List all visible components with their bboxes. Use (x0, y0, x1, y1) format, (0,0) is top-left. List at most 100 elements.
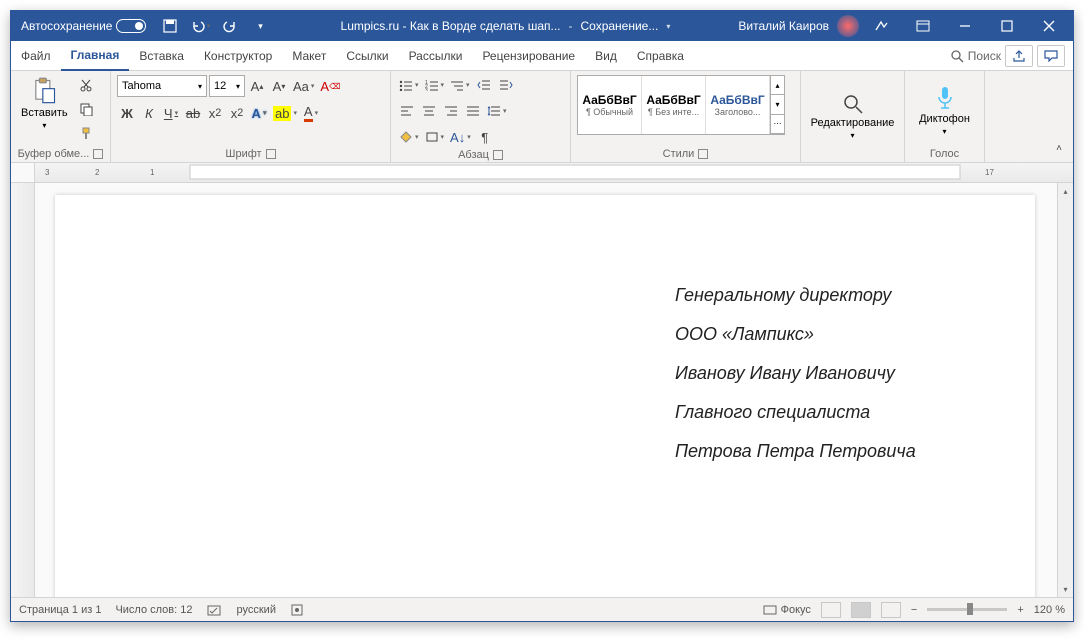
vertical-scrollbar[interactable]: ▴ ▾ (1057, 183, 1073, 597)
borders-button[interactable] (423, 127, 447, 147)
doc-line-3[interactable]: Иванову Ивану Ивановичу (675, 363, 975, 384)
cut-button[interactable] (76, 75, 96, 95)
paste-icon (30, 77, 58, 105)
tab-view[interactable]: Вид (585, 41, 627, 71)
zoom-level[interactable]: 120 % (1034, 604, 1065, 616)
dictate-button[interactable]: Диктофон ▾ (915, 83, 974, 138)
page[interactable]: Генеральному директору ООО «Лампикс» Ива… (55, 195, 1035, 597)
spell-error[interactable]: Лампикс (732, 324, 804, 344)
scroll-down-button[interactable]: ▾ (1058, 581, 1073, 597)
focus-mode[interactable]: Фокус (763, 604, 811, 616)
titlebar-left: Автосохранение ▾ (15, 14, 272, 38)
zoom-slider[interactable] (927, 608, 1007, 611)
bold-button[interactable]: Ж (117, 103, 137, 123)
paragraph-dialog-launcher[interactable] (493, 150, 503, 160)
align-center-button[interactable] (419, 101, 439, 121)
highlight-button[interactable]: ab (271, 103, 299, 123)
macro-icon[interactable] (290, 603, 304, 617)
style-heading1[interactable]: АаБбВвГЗаголово... (706, 76, 770, 134)
editing-button[interactable]: Редактирование ▾ (807, 91, 899, 142)
paste-button[interactable]: Вставить ▾ (17, 75, 72, 132)
tab-review[interactable]: Рецензирование (472, 41, 585, 71)
underline-button[interactable]: Ч (161, 103, 181, 123)
vertical-ruler[interactable] (11, 183, 35, 597)
tab-references[interactable]: Ссылки (336, 41, 398, 71)
undo-button[interactable] (188, 14, 212, 38)
align-left-button[interactable] (397, 101, 417, 121)
show-marks-button[interactable]: ¶ (475, 127, 495, 147)
page-scroll[interactable]: Генеральному директору ООО «Лампикс» Ива… (35, 183, 1057, 597)
tab-insert[interactable]: Вставка (129, 41, 194, 71)
shrink-font-button[interactable]: A▾ (269, 76, 289, 96)
clipboard-dialog-launcher[interactable] (93, 149, 103, 159)
justify-button[interactable] (463, 101, 483, 121)
scroll-up-button[interactable]: ▴ (1058, 183, 1073, 199)
redo-button[interactable] (218, 14, 242, 38)
document-text[interactable]: Генеральному директору ООО «Лампикс» Ива… (675, 285, 975, 462)
doc-line-5[interactable]: Петрова Петра Петровича (675, 441, 975, 462)
change-case-button[interactable]: Aa (291, 76, 316, 96)
superscript-button[interactable]: x2 (227, 103, 247, 123)
ribbon-display-button[interactable] (903, 11, 943, 41)
text-effects-button[interactable]: A (249, 103, 269, 123)
styles-gallery[interactable]: АаБбВвГ¶ Обычный АаБбВвГ¶ Без инте... Аа… (577, 75, 785, 135)
user-avatar[interactable] (837, 15, 859, 37)
font-name-combo[interactable]: Tahoma▾ (117, 75, 207, 97)
numbering-button[interactable]: 123 (423, 75, 447, 95)
autosave-control[interactable]: Автосохранение (15, 19, 152, 33)
font-color-button[interactable]: A (301, 103, 321, 123)
zoom-out-button[interactable]: − (911, 604, 917, 616)
grow-font-button[interactable]: A▴ (247, 76, 267, 96)
sort-button[interactable]: A↓ (448, 127, 473, 147)
shading-button[interactable] (397, 127, 421, 147)
format-painter-button[interactable] (76, 123, 96, 143)
collapse-ribbon-button[interactable]: ˄ (1049, 138, 1069, 158)
share-button[interactable] (1005, 45, 1033, 67)
style-no-spacing[interactable]: АаБбВвГ¶ Без инте... (642, 76, 706, 134)
decrease-indent-button[interactable] (474, 75, 494, 95)
read-mode-button[interactable] (821, 602, 841, 618)
font-size-combo[interactable]: 12▾ (209, 75, 245, 97)
save-icon[interactable] (158, 14, 182, 38)
font-dialog-launcher[interactable] (266, 149, 276, 159)
line-spacing-button[interactable] (485, 101, 509, 121)
subscript-button[interactable]: x2 (205, 103, 225, 123)
strike-button[interactable]: ab (183, 103, 203, 123)
multilevel-button[interactable] (448, 75, 472, 95)
maximize-button[interactable] (987, 11, 1027, 41)
web-layout-button[interactable] (881, 602, 901, 618)
styles-dialog-launcher[interactable] (698, 149, 708, 159)
save-state: Сохранение... (581, 19, 659, 33)
style-normal[interactable]: АаБбВвГ¶ Обычный (578, 76, 642, 134)
horizontal-ruler[interactable]: 321 123 456 789 101112 17 (35, 163, 1073, 182)
close-button[interactable] (1029, 11, 1069, 41)
language-status[interactable]: русский (237, 604, 276, 616)
italic-button[interactable]: К (139, 103, 159, 123)
coming-soon-icon[interactable] (861, 11, 901, 41)
tab-layout[interactable]: Макет (282, 41, 336, 71)
increase-indent-button[interactable] (496, 75, 516, 95)
tab-design[interactable]: Конструктор (194, 41, 282, 71)
tab-home[interactable]: Главная (61, 41, 130, 71)
tab-mailings[interactable]: Рассылки (399, 41, 473, 71)
doc-line-1[interactable]: Генеральному директору (675, 285, 975, 306)
spellcheck-icon[interactable] (207, 603, 223, 617)
qat-customize[interactable]: ▾ (248, 14, 272, 38)
word-count[interactable]: Число слов: 12 (115, 604, 192, 616)
tab-help[interactable]: Справка (627, 41, 694, 71)
page-status[interactable]: Страница 1 из 1 (19, 604, 101, 616)
styles-gallery-nav[interactable]: ▴▾⋯ (770, 76, 784, 134)
zoom-in-button[interactable]: + (1017, 604, 1023, 616)
doc-line-2[interactable]: ООО «Лампикс» (675, 324, 975, 345)
clear-format-button[interactable]: A⌫ (318, 76, 342, 96)
tab-file[interactable]: Файл (11, 41, 61, 71)
align-right-button[interactable] (441, 101, 461, 121)
search-box[interactable]: Поиск (950, 49, 1001, 63)
bullets-button[interactable] (397, 75, 421, 95)
autosave-toggle[interactable] (116, 19, 146, 33)
print-layout-button[interactable] (851, 602, 871, 618)
comments-button[interactable] (1037, 45, 1065, 67)
doc-line-4[interactable]: Главного специалиста (675, 402, 975, 423)
copy-button[interactable] (76, 99, 96, 119)
minimize-button[interactable] (945, 11, 985, 41)
